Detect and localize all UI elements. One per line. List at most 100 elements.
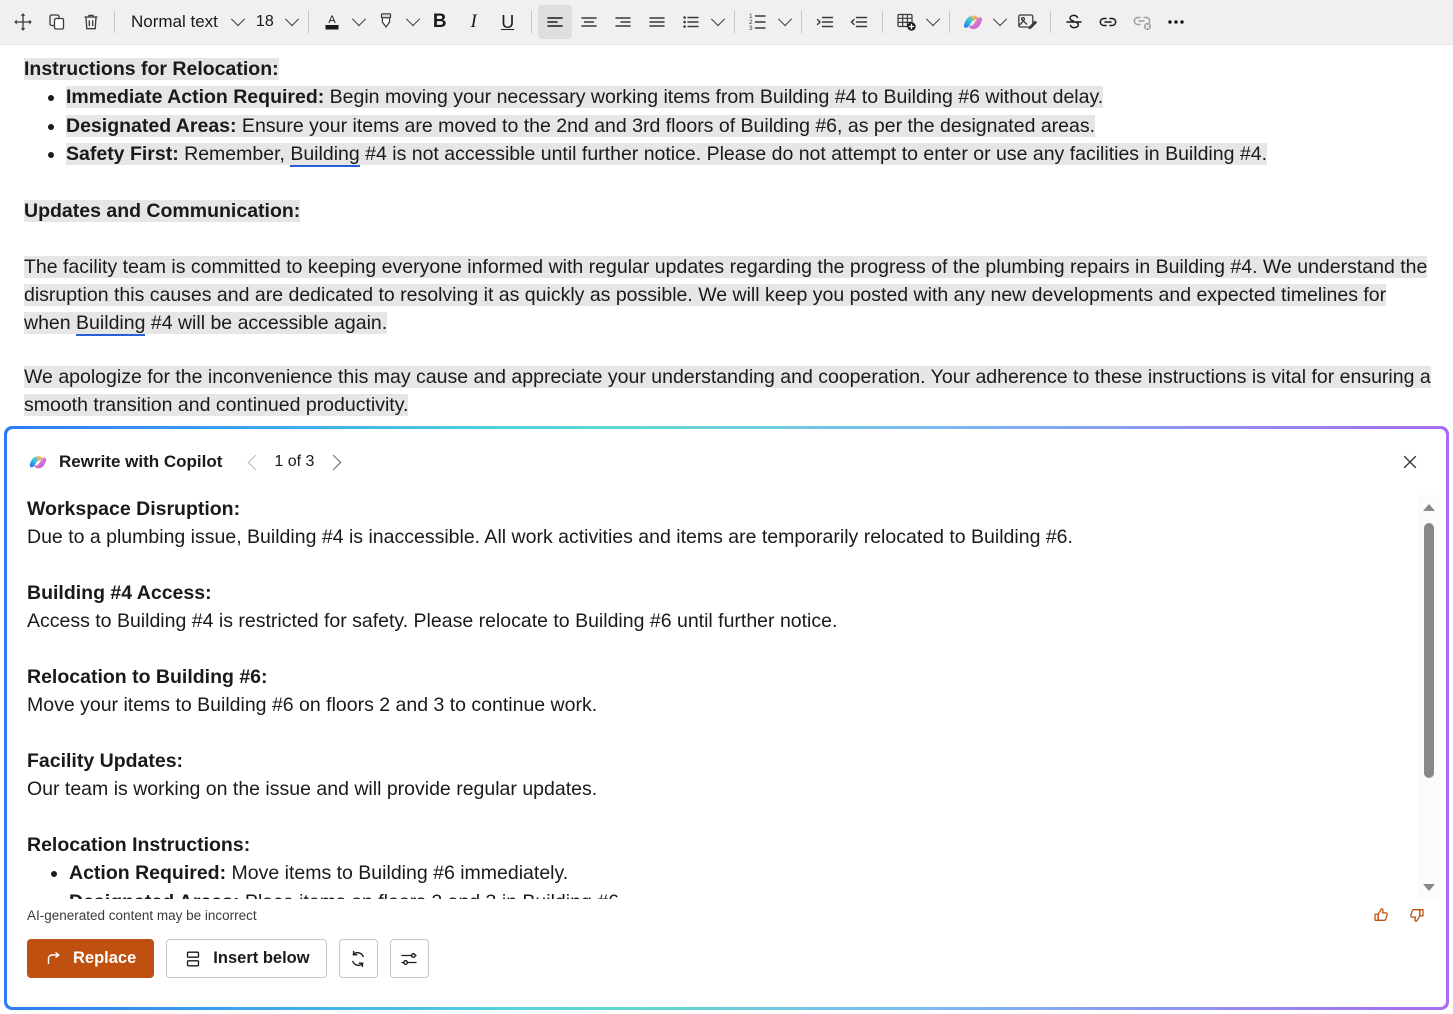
list-item: Designated Areas: Ensure your items are … xyxy=(66,112,1431,141)
next-suggestion-button[interactable] xyxy=(318,447,348,477)
chevron-down-icon[interactable] xyxy=(403,5,423,39)
copilot-panel-title: Rewrite with Copilot xyxy=(59,452,223,471)
scrollbar-thumb[interactable] xyxy=(1424,523,1434,778)
triangle-up-icon xyxy=(1423,503,1435,511)
scroll-down-button[interactable] xyxy=(1418,875,1440,899)
copilot-panel-footer: AI-generated content may be incorrect Re… xyxy=(7,899,1446,1007)
chevron-down-icon[interactable] xyxy=(708,5,728,39)
document-canvas[interactable]: Instructions for Relocation: Immediate A… xyxy=(0,45,1453,430)
toolbar-divider xyxy=(733,11,735,33)
scrollbar-track[interactable] xyxy=(1418,519,1440,875)
list-item: Immediate Action Required: Begin moving … xyxy=(66,83,1431,112)
italic-label: I xyxy=(470,11,477,32)
insert-below-button[interactable]: Insert below xyxy=(166,939,327,978)
bullet-bold-lead: Safety First: xyxy=(66,143,179,165)
bullet-text: Begin moving your necessary working item… xyxy=(324,86,1104,108)
triangle-down-icon xyxy=(1423,883,1435,891)
bullet-bold-lead: Action Required: xyxy=(69,862,227,884)
scroll-up-button[interactable] xyxy=(1418,495,1440,519)
suggestion-section-heading: Building #4 Access: xyxy=(27,582,212,604)
svg-text:3: 3 xyxy=(749,25,753,32)
insert-below-label: Insert below xyxy=(213,949,310,967)
suggestion-section-heading: Workspace Disruption: xyxy=(27,498,241,520)
chevron-down-icon[interactable] xyxy=(923,5,943,39)
delete-icon[interactable] xyxy=(74,5,108,39)
formatting-toolbar: Normal text 18 A B I U 1 2 3 xyxy=(0,0,1453,45)
previous-suggestion-button[interactable] xyxy=(240,447,270,477)
thumbs-up-icon[interactable] xyxy=(1372,905,1392,925)
grammar-suggestion-word[interactable]: Building xyxy=(76,311,146,336)
copilot-suggestion-body[interactable]: Workspace Disruption: Due to a plumbing … xyxy=(7,495,1446,899)
insert-link-button[interactable] xyxy=(1091,5,1125,39)
chevron-left-icon xyxy=(247,454,264,470)
highlight-icon[interactable] xyxy=(369,5,403,39)
bold-button[interactable]: B xyxy=(423,5,457,39)
align-justify-button[interactable] xyxy=(640,5,674,39)
font-color-icon[interactable]: A xyxy=(315,5,349,39)
underline-label: U xyxy=(501,11,515,32)
suggestion-section-body: Move your items to Building #6 on floors… xyxy=(27,694,598,716)
regenerate-button[interactable] xyxy=(338,939,378,978)
toolbar-divider xyxy=(881,11,883,33)
paragraph-text: We apologize for the inconvenience this … xyxy=(24,365,1431,416)
chevron-down-icon[interactable] xyxy=(775,5,795,39)
bullet-text: #4 is not accessible until further notic… xyxy=(359,143,1267,165)
suggestion-bullet-list: Action Required: Move items to Building … xyxy=(69,859,1400,899)
bullet-bold-lead: Designated Areas: xyxy=(66,114,237,137)
list-item: Safety First: Remember, Building #4 is n… xyxy=(66,140,1431,169)
heading-text: Instructions for Relocation: xyxy=(24,58,279,80)
close-button[interactable] xyxy=(1394,446,1426,478)
adjust-settings-button[interactable] xyxy=(389,939,429,978)
font-size-input[interactable]: 18 xyxy=(248,5,282,39)
suggestion-section-body: Access to Building #4 is restricted for … xyxy=(27,610,838,632)
copilot-button[interactable] xyxy=(956,5,990,39)
chevron-down-icon[interactable] xyxy=(228,5,248,39)
paragraph-style-dropdown[interactable]: Normal text xyxy=(121,5,228,39)
svg-text:A: A xyxy=(328,14,336,26)
copy-icon[interactable] xyxy=(40,5,74,39)
align-left-button[interactable] xyxy=(537,5,572,39)
copilot-icon xyxy=(27,451,49,473)
toolbar-divider xyxy=(800,11,802,33)
ai-disclaimer-text: AI-generated content may be incorrect xyxy=(27,907,257,923)
chevron-down-icon[interactable] xyxy=(349,5,369,39)
toolbar-divider xyxy=(948,11,950,33)
decrease-indent-button[interactable] xyxy=(842,5,876,39)
document-heading-instructions: Instructions for Relocation: xyxy=(24,55,1431,83)
suggestion-section-heading: Relocation to Building #6: xyxy=(27,666,268,688)
list-item: Action Required: Move items to Building … xyxy=(69,859,1400,888)
numbered-list-button[interactable]: 123 xyxy=(741,5,775,39)
bulleted-list-button[interactable] xyxy=(674,5,708,39)
rewrite-with-copilot-panel: Rewrite with Copilot 1 of 3 Workspace Di… xyxy=(4,426,1449,1010)
replace-button[interactable]: Replace xyxy=(27,939,155,978)
suggestion-scrollbar[interactable] xyxy=(1418,495,1440,899)
insert-below-icon xyxy=(183,949,203,969)
thumbs-down-icon[interactable] xyxy=(1406,905,1426,925)
strikethrough-button[interactable] xyxy=(1057,5,1091,39)
remove-link-button[interactable] xyxy=(1125,5,1159,39)
insert-picture-button[interactable] xyxy=(1010,5,1044,39)
heading-text: Updates and Communication: xyxy=(24,199,301,222)
align-right-button[interactable] xyxy=(606,5,640,39)
underline-button[interactable]: U xyxy=(491,5,525,39)
grammar-suggestion-word[interactable]: Building xyxy=(290,143,360,167)
italic-button[interactable]: I xyxy=(457,5,491,39)
more-options-button[interactable] xyxy=(1159,5,1193,39)
move-icon[interactable] xyxy=(6,5,40,39)
document-paragraph-updates: The facility team is committed to keepin… xyxy=(24,253,1431,337)
chevron-down-icon[interactable] xyxy=(990,5,1010,39)
suggestion-section-body: Our team is working on the issue and wil… xyxy=(27,778,598,800)
insert-table-button[interactable] xyxy=(889,5,923,39)
suggestion-section-heading: Relocation Instructions: xyxy=(27,834,251,856)
document-heading-updates: Updates and Communication: xyxy=(24,197,1431,225)
bullet-text: Place items on floors 2 and 3 in Buildin… xyxy=(240,891,624,900)
document-paragraph-apology: We apologize for the inconvenience this … xyxy=(24,363,1431,419)
align-center-button[interactable] xyxy=(572,5,606,39)
toolbar-divider xyxy=(530,11,532,33)
chevron-down-icon[interactable] xyxy=(282,5,302,39)
increase-indent-button[interactable] xyxy=(808,5,842,39)
